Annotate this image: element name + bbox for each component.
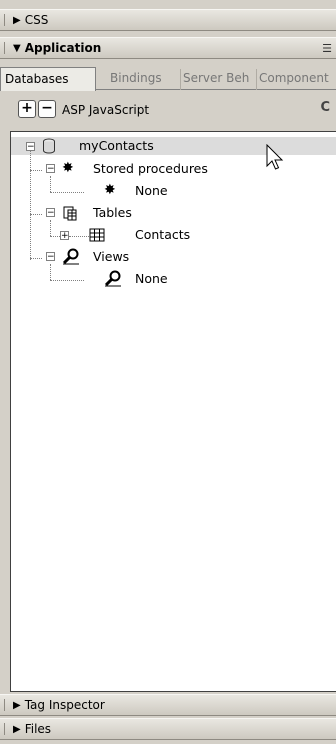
add-button[interactable]: + bbox=[18, 100, 36, 118]
files-panel-header[interactable]: ▶ Files bbox=[0, 718, 336, 740]
database-tree[interactable]: − myContacts − ✸ Stored procedures ✸ Non… bbox=[10, 131, 336, 692]
collapse-toggle-icon[interactable]: − bbox=[46, 252, 55, 262]
panel-grip-icon[interactable] bbox=[4, 699, 7, 711]
selection-highlight bbox=[11, 137, 336, 155]
stored-procedure-icon: ✸ bbox=[104, 182, 116, 198]
application-tab-bar: Databases Bindings Server Beh Component bbox=[0, 67, 336, 91]
remove-button[interactable]: − bbox=[38, 100, 56, 118]
files-panel-title: Files bbox=[24, 722, 52, 736]
database-icon bbox=[42, 138, 56, 157]
views-label[interactable]: Views bbox=[93, 249, 129, 264]
tag-inspector-title: Tag Inspector bbox=[24, 698, 105, 712]
views-none[interactable]: None bbox=[135, 271, 168, 286]
collapse-toggle-icon[interactable]: − bbox=[46, 164, 55, 174]
css-panel-title: CSS bbox=[24, 13, 49, 27]
css-panel-header[interactable]: ▶ CSS bbox=[0, 9, 336, 31]
expand-arrow-icon: ▶ bbox=[13, 699, 21, 711]
view-icon bbox=[62, 248, 80, 268]
panel-grip-icon[interactable] bbox=[4, 42, 7, 54]
connection-name[interactable]: myContacts bbox=[79, 138, 154, 153]
collapse-toggle-icon[interactable]: − bbox=[26, 142, 35, 152]
stored-procedures-label[interactable]: Stored procedures bbox=[93, 161, 208, 176]
application-panel-title: Application bbox=[24, 41, 102, 55]
panel-grip-icon[interactable] bbox=[4, 723, 7, 735]
view-icon bbox=[104, 270, 122, 290]
tables-label[interactable]: Tables bbox=[93, 205, 132, 220]
collapse-toggle-icon[interactable]: − bbox=[46, 208, 55, 218]
expand-toggle-icon[interactable]: + bbox=[60, 231, 69, 241]
expand-arrow-icon: ▶ bbox=[13, 14, 21, 26]
contacts-table[interactable]: Contacts bbox=[135, 227, 190, 242]
database-toolbar: + − ASP JavaScript C bbox=[0, 94, 336, 124]
tab-server-behaviors[interactable]: Server Beh bbox=[180, 69, 256, 90]
document-type-label: ASP JavaScript bbox=[62, 103, 150, 117]
application-panel-header[interactable]: ▼ Application ☰ bbox=[0, 37, 336, 59]
truncated-text: C bbox=[320, 100, 330, 115]
stored-procedures-none[interactable]: None bbox=[135, 183, 168, 198]
stored-procedure-icon: ✸ bbox=[62, 160, 74, 176]
expand-arrow-icon: ▶ bbox=[13, 723, 21, 735]
panel-grip-icon[interactable] bbox=[4, 14, 7, 26]
tag-inspector-panel-header[interactable]: ▶ Tag Inspector bbox=[0, 694, 336, 716]
table-group-icon bbox=[62, 205, 78, 224]
tab-databases[interactable]: Databases bbox=[0, 67, 96, 91]
tab-bindings[interactable]: Bindings bbox=[108, 69, 176, 90]
mouse-cursor-icon bbox=[266, 144, 284, 170]
options-menu-icon[interactable]: ☰ bbox=[322, 42, 332, 55]
collapse-arrow-icon: ▼ bbox=[13, 42, 21, 54]
table-icon bbox=[89, 228, 105, 245]
tab-components[interactable]: Component bbox=[256, 69, 336, 90]
